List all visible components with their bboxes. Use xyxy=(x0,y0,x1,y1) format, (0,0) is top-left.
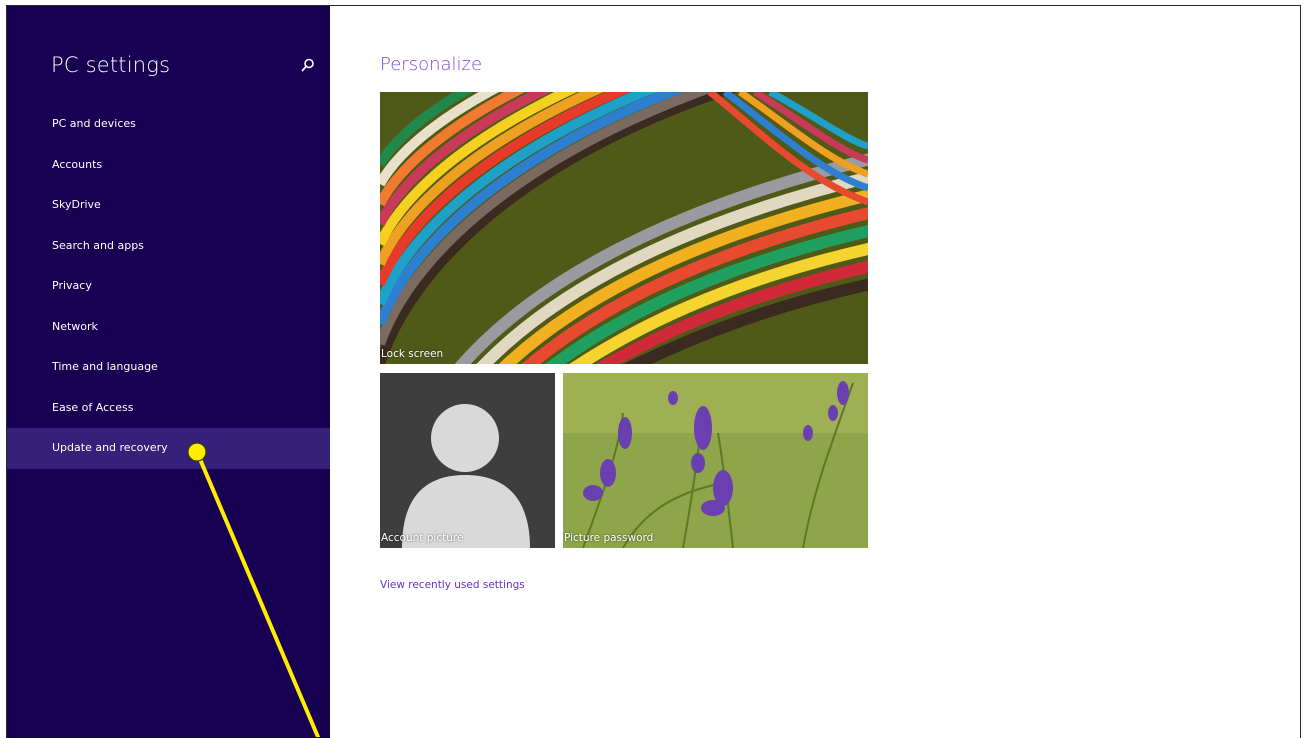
page-title: Personalize xyxy=(380,54,483,75)
sidebar-item-time-and-language[interactable]: Time and language xyxy=(7,347,330,388)
view-recent-settings-link[interactable]: View recently used settings xyxy=(380,579,525,591)
picture-password-label: Picture password xyxy=(564,532,654,544)
sidebar: PC settings PC and devices Accounts SkyD… xyxy=(7,6,330,738)
lock-screen-tile[interactable]: Lock screen xyxy=(380,92,868,364)
picture-password-tile[interactable]: Picture password xyxy=(563,373,868,548)
search-icon[interactable] xyxy=(301,58,315,72)
sidebar-item-privacy[interactable]: Privacy xyxy=(7,266,330,307)
sidebar-item-ease-of-access[interactable]: Ease of Access xyxy=(7,388,330,429)
sidebar-item-network[interactable]: Network xyxy=(7,307,330,348)
account-picture-label: Account picture xyxy=(381,532,464,544)
account-picture-tile[interactable]: Account picture xyxy=(380,373,555,548)
lavender-image xyxy=(563,373,868,548)
user-silhouette-icon xyxy=(380,373,555,548)
settings-nav: PC and devices Accounts SkyDrive Search … xyxy=(7,104,330,469)
lock-screen-label: Lock screen xyxy=(381,348,444,360)
sidebar-item-update-and-recovery[interactable]: Update and recovery xyxy=(7,428,330,469)
main-content: Personalize Lock screen Account picture … xyxy=(330,6,1300,738)
sidebar-item-skydrive[interactable]: SkyDrive xyxy=(7,185,330,226)
sidebar-item-accounts[interactable]: Accounts xyxy=(7,145,330,186)
sidebar-item-search-and-apps[interactable]: Search and apps xyxy=(7,226,330,267)
sidebar-item-pc-and-devices[interactable]: PC and devices xyxy=(7,104,330,145)
app-window: PC settings PC and devices Accounts SkyD… xyxy=(6,5,1301,738)
sidebar-title: PC settings xyxy=(51,53,171,77)
lock-screen-image xyxy=(380,92,868,364)
